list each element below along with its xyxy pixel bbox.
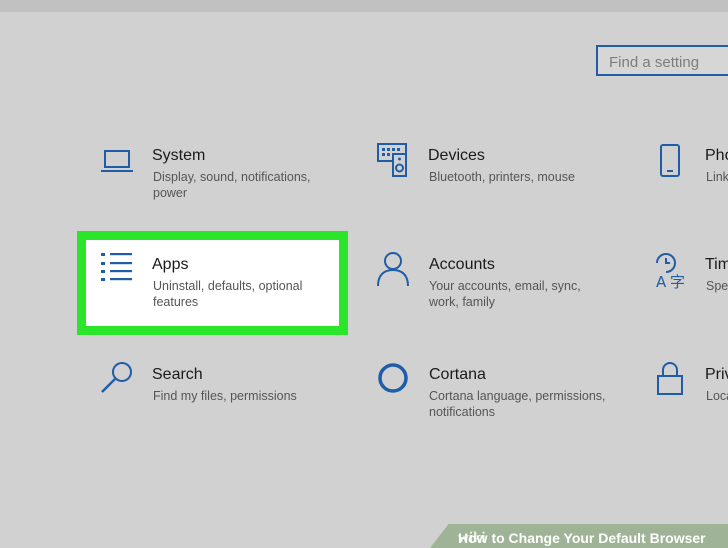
tile-accounts-desc-line1: Your accounts, email, sync,: [429, 279, 581, 293]
watermark-title: How to Change Your Default Browser: [458, 530, 706, 546]
person-icon: [377, 252, 409, 287]
tile-devices-desc: Bluetooth, printers, mouse: [429, 170, 575, 184]
svg-text:A: A: [656, 273, 667, 291]
phone-icon: [660, 144, 680, 177]
tile-privacy-desc: Loca: [706, 389, 728, 403]
tile-accounts-title: Accounts: [429, 256, 495, 273]
list-icon: [101, 253, 132, 281]
lock-icon: [657, 362, 683, 395]
tile-search-title: Search: [152, 366, 203, 383]
laptop-icon: [101, 150, 133, 172]
tile-apps-title: Apps: [152, 256, 189, 273]
tile-accounts-desc-line2: work, family: [429, 295, 495, 309]
search-placeholder: Find a setting: [609, 54, 700, 71]
tile-privacy[interactable]: Priv Loca: [656, 361, 728, 431]
find-setting-search-box[interactable]: Find a setting: [596, 45, 728, 76]
tile-cortana-desc-line1: Cortana language, permissions,: [429, 389, 606, 403]
cortana-ring-icon: [378, 363, 408, 393]
keyboard-speaker-icon: [377, 143, 407, 177]
tile-time-title: Tim: [705, 256, 728, 273]
svg-text:字: 字: [670, 273, 685, 291]
tile-apps-desc-line1: Uninstall, defaults, optional: [153, 279, 303, 293]
tile-time-language[interactable]: A 字 Tim Spe: [654, 251, 728, 321]
tile-search-desc: Find my files, permissions: [153, 389, 297, 403]
tile-search[interactable]: Search Find my files, permissions: [100, 361, 340, 421]
tile-apps-desc-line2: features: [153, 295, 199, 309]
tile-devices-title: Devices: [428, 147, 485, 164]
tile-accounts[interactable]: Accounts Your accounts, email, sync, wor…: [376, 251, 616, 321]
tile-system-desc-line1: Display, sound, notifications,: [153, 170, 311, 184]
search-icon: [101, 362, 132, 393]
tile-system-desc-line2: power: [153, 186, 188, 200]
tile-phone-desc: Link: [706, 170, 728, 184]
tile-cortana-title: Cortana: [429, 366, 486, 383]
tile-phone-title: Pho: [705, 147, 728, 164]
tile-system-title: System: [152, 147, 206, 164]
tile-cortana[interactable]: Cortana Cortana language, permissions, n…: [376, 361, 616, 431]
wikihow-watermark: wiki How to Change Your Default Browser: [430, 524, 728, 548]
time-language-icon: A 字: [656, 253, 685, 291]
tile-time-desc: Spe: [706, 279, 728, 293]
tile-cortana-desc-line2: notifications: [429, 405, 496, 419]
title-bar: [0, 0, 728, 12]
tile-phone[interactable]: Pho Link: [656, 142, 728, 212]
tile-system[interactable]: System Display, sound, notifications, po…: [100, 142, 340, 212]
tile-devices[interactable]: Devices Bluetooth, printers, mouse: [376, 142, 616, 212]
tile-apps[interactable]: Apps Uninstall, defaults, optional featu…: [100, 251, 340, 321]
tile-privacy-title: Priv: [705, 366, 728, 383]
